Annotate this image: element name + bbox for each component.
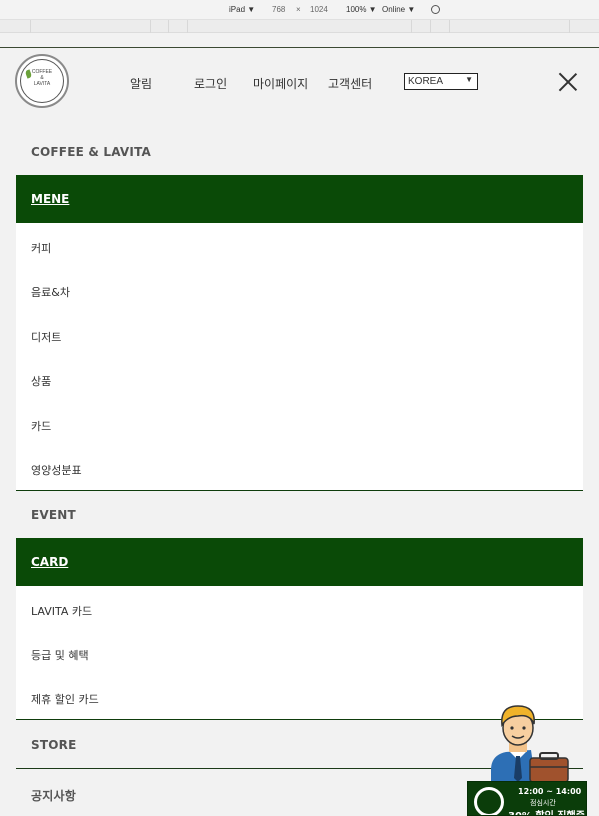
zoom-select[interactable]: 100% ▼ [346,5,377,14]
card-section-header[interactable]: CARD [16,538,583,586]
network-select[interactable]: Online ▼ [382,5,415,14]
submenu-item-goods[interactable]: 상품 [31,373,51,389]
device-width-field[interactable]: 768 [272,5,285,14]
chevron-down-icon: ▼ [465,75,473,84]
brand-logo[interactable]: COFFEE & LAVITA [15,54,69,108]
event-menu-title[interactable]: EVENT [31,508,76,522]
submenu-item-card[interactable]: 카드 [31,418,51,434]
nav-customer-center[interactable]: 고객센터 [328,75,372,92]
lunch-promo-badge[interactable]: 12:00 ~ 14:00 점심시간 30% 할인 진행중 [467,781,587,816]
promo-time: 12:00 ~ 14:00 [518,787,582,796]
businessman-illustration [491,705,569,784]
nav-login[interactable]: 로그인 [194,75,227,92]
media-query-bar [0,20,599,33]
rotate-icon[interactable] [431,5,440,14]
mene-section-header[interactable]: MENE [16,175,583,223]
submenu-item-drinks-tea[interactable]: 음료&차 [31,284,70,300]
notice-menu-title[interactable]: 공지사항 [31,787,76,804]
device-toolbar: iPad ▼ 768 × 1024 100% ▼ Online ▼ [0,0,599,20]
submenu-item-partner-card[interactable]: 제휴 할인 카드 [31,691,99,707]
submenu-item-lavita-card[interactable]: LAVITA 카드 [31,603,92,619]
close-icon[interactable] [558,72,578,92]
submenu-item-nutrition[interactable]: 영양성분표 [31,462,82,478]
submenu-item-coffee[interactable]: 커피 [31,240,51,256]
mene-submenu: 커피 음료&차 디저트 상품 카드 영양성분표 [16,223,583,491]
dimension-separator: × [296,5,301,14]
nav-notifications[interactable]: 알림 [130,75,152,92]
store-menu-title[interactable]: STORE [31,738,76,752]
submenu-item-grade-benefits[interactable]: 등급 및 혜택 [31,647,89,663]
nav-mypage[interactable]: 마이페이지 [253,75,308,92]
submenu-item-dessert[interactable]: 디저트 [31,329,61,345]
heart-check-icon [474,787,504,815]
site-header: COFFEE & LAVITA 알림 로그인 마이페이지 고객센터 KOREA … [0,47,599,119]
logo-text: COFFEE & LAVITA [31,69,53,87]
device-select[interactable]: iPad ▼ [229,5,255,14]
brand-menu-title[interactable]: COFFEE & LAVITA [31,145,151,159]
language-select[interactable]: KOREA ▼ [404,73,478,90]
promo-offer: 30% 할인 진행중 [508,807,585,815]
device-height-field[interactable]: 1024 [310,5,328,14]
